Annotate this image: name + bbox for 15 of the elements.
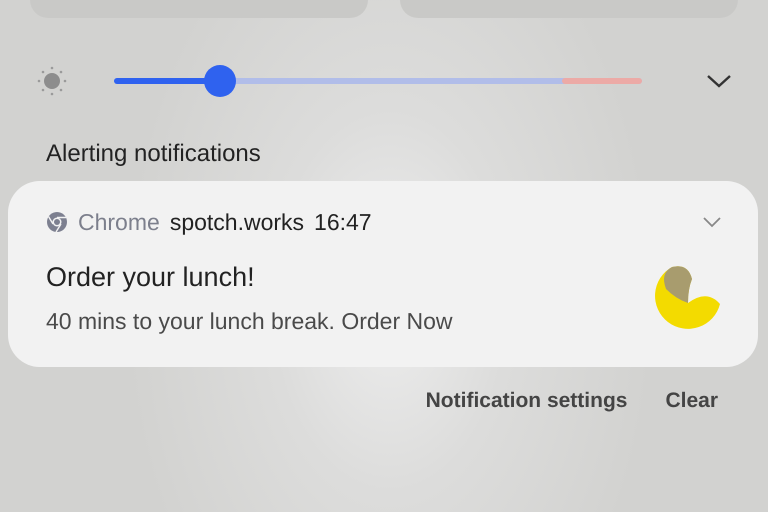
notification-card[interactable]: Chrome spotch.works 16:47 Order your lunch! 40 mins to your lunch break. Order Now <box>8 180 758 367</box>
brightness-icon <box>36 65 68 97</box>
notification-title: Order your lunch! <box>46 261 256 294</box>
action-button[interactable]: Notification settings <box>426 384 628 416</box>
notification-source: spotch.works <box>170 208 304 237</box>
brightness-slider[interactable] <box>114 65 642 97</box>
app-name: Chrome <box>78 208 160 237</box>
notification-time: 16:47 <box>314 208 372 237</box>
section-title: Alerting notifications <box>46 140 262 169</box>
slider-thumb[interactable] <box>204 65 236 97</box>
action-button[interactable]: Clear <box>665 384 718 416</box>
expand-icon[interactable] <box>702 216 722 228</box>
notification-body: 40 mins to your lunch break. Order Now <box>46 306 454 336</box>
chevron-down-icon[interactable] <box>706 73 732 89</box>
browser-icon <box>46 211 68 234</box>
